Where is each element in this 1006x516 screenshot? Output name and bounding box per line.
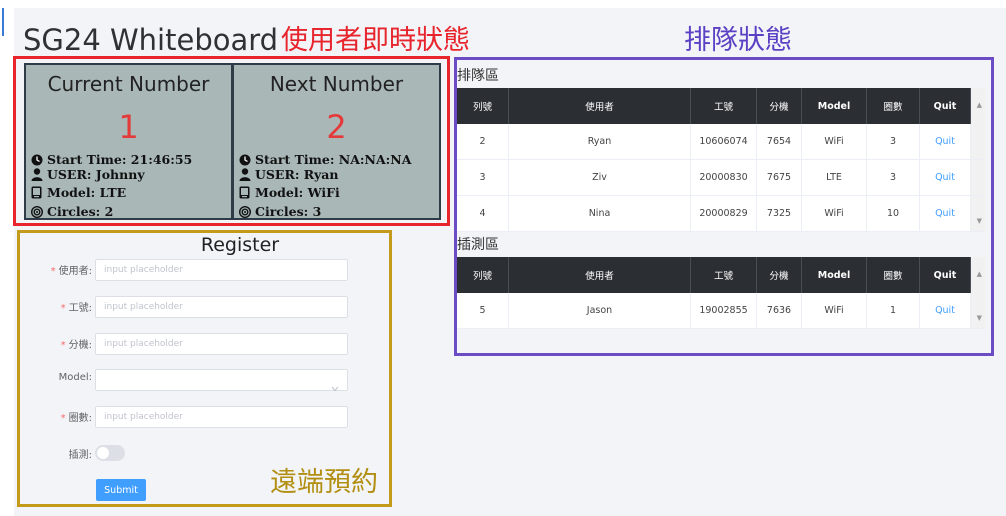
table-row: 2 Ryan 10606074 7654 WiFi 3 Quit bbox=[457, 124, 985, 160]
clock-icon bbox=[30, 153, 43, 166]
col-header-no: 列號 bbox=[457, 257, 509, 293]
col-header-employee-id: 工號 bbox=[691, 88, 757, 124]
model-select[interactable] bbox=[95, 369, 348, 392]
laps-label: * 圈數: bbox=[60, 413, 92, 424]
form-row-cut-in: 插測: bbox=[20, 443, 350, 465]
next-number-value: 2 bbox=[326, 108, 347, 146]
annotation-queue-status: 排隊狀態 bbox=[684, 25, 792, 56]
annotation-live-status: 使用者即時狀態 bbox=[281, 25, 470, 56]
user-icon bbox=[30, 168, 43, 181]
user-icon bbox=[238, 168, 251, 181]
cut-in-label: 插測: bbox=[68, 450, 92, 461]
current-model: Model: LTE bbox=[30, 185, 126, 200]
form-row-model: Model: bbox=[20, 369, 350, 392]
current-number-card: Current Number 1 Start Time: 21:46:55 US… bbox=[26, 65, 231, 219]
cutin-table: 列號 使用者 工號 分機 Model 圈數 Quit ▲ 5 Jason 190… bbox=[457, 257, 985, 329]
next-circles: Circles: 3 bbox=[238, 204, 321, 219]
current-user: USER: Johnny bbox=[30, 167, 145, 182]
table-row: 5 Jason 19002855 7636 WiFi 1 Quit ▼ bbox=[457, 293, 985, 329]
form-row-laps: * 圈數: bbox=[20, 406, 350, 428]
col-header-laps: 圈數 bbox=[867, 257, 920, 293]
left-edge-marker bbox=[2, 8, 4, 36]
status-panel: Current Number 1 Start Time: 21:46:55 US… bbox=[24, 63, 441, 220]
device-icon bbox=[30, 186, 43, 199]
col-header-user: 使用者 bbox=[509, 257, 691, 293]
device-icon bbox=[238, 186, 251, 199]
model-label: Model: bbox=[58, 372, 92, 383]
next-model: Model: WiFi bbox=[238, 185, 340, 200]
user-input[interactable] bbox=[95, 259, 348, 281]
cutin-scrollbar[interactable]: ▲ bbox=[971, 257, 985, 293]
cutin-table-header: 列號 使用者 工號 分機 Model 圈數 Quit ▲ bbox=[457, 257, 985, 293]
col-header-no: 列號 bbox=[457, 88, 509, 124]
extension-input[interactable] bbox=[95, 333, 348, 355]
clock-icon bbox=[238, 153, 251, 166]
col-header-laps: 圈數 bbox=[867, 88, 920, 124]
col-header-extension: 分機 bbox=[757, 257, 802, 293]
register-title: Register bbox=[200, 234, 280, 256]
col-header-user: 使用者 bbox=[509, 88, 691, 124]
extension-label: * 分機: bbox=[60, 340, 92, 351]
next-start-time: Start Time: NA:NA:NA bbox=[238, 152, 411, 167]
current-start-time: Start Time: 21:46:55 bbox=[30, 152, 192, 167]
next-number-title: Next Number bbox=[269, 72, 404, 96]
table-row: 3 Ziv 20000830 7675 LTE 3 Quit bbox=[457, 160, 985, 196]
queue-scrollbar[interactable]: ▲ bbox=[971, 88, 985, 124]
quit-link[interactable]: Quit bbox=[920, 196, 971, 231]
current-number-value: 1 bbox=[118, 108, 139, 146]
col-header-quit: Quit bbox=[920, 88, 971, 124]
form-row-employee-id: * 工號: bbox=[20, 296, 350, 318]
chevron-down-icon bbox=[331, 377, 339, 396]
user-label: * 使用者: bbox=[50, 266, 92, 277]
cutin-section-title: 插測區 bbox=[457, 237, 499, 253]
employee-id-label: * 工號: bbox=[60, 303, 92, 314]
employee-id-input[interactable] bbox=[95, 296, 348, 318]
app-title: SG24 Whiteboard bbox=[23, 23, 279, 57]
form-row-user: * 使用者: bbox=[20, 259, 350, 281]
quit-link[interactable]: Quit bbox=[920, 160, 971, 195]
col-header-quit: Quit bbox=[920, 257, 971, 293]
quit-link[interactable]: Quit bbox=[920, 124, 971, 159]
target-icon bbox=[30, 205, 43, 218]
quit-link[interactable]: Quit bbox=[920, 293, 971, 328]
queue-table-header: 列號 使用者 工號 分機 Model 圈數 Quit ▲ bbox=[457, 88, 985, 124]
col-header-model: Model bbox=[802, 88, 867, 124]
target-icon bbox=[238, 205, 251, 218]
form-row-extension: * 分機: bbox=[20, 333, 350, 355]
submit-button[interactable]: Submit bbox=[96, 479, 146, 501]
next-user: USER: Ryan bbox=[238, 167, 338, 182]
table-row: 4 Nina 20000829 7325 WiFi 10 Quit ▼ bbox=[457, 196, 985, 232]
next-number-card: Next Number 2 Start Time: NA:NA:NA USER:… bbox=[231, 65, 439, 219]
col-header-employee-id: 工號 bbox=[691, 257, 757, 293]
col-header-extension: 分機 bbox=[757, 88, 802, 124]
queue-table: 列號 使用者 工號 分機 Model 圈數 Quit ▲ 2 Ryan 1060… bbox=[457, 88, 985, 232]
toggle-knob bbox=[97, 447, 109, 459]
current-number-title: Current Number bbox=[47, 72, 210, 96]
current-circles: Circles: 2 bbox=[30, 204, 113, 219]
queue-section-title: 排隊區 bbox=[457, 68, 499, 84]
page: SG24 Whiteboard 使用者即時狀態 排隊狀態 遠端預約 Curren… bbox=[0, 0, 1006, 516]
cut-in-toggle[interactable] bbox=[95, 445, 125, 461]
col-header-model: Model bbox=[802, 257, 867, 293]
laps-input[interactable] bbox=[95, 406, 348, 428]
